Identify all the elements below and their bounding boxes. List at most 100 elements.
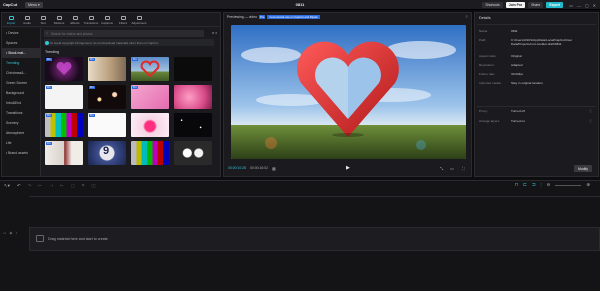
tab-audio[interactable]: Audio	[20, 16, 34, 26]
sidebar-item[interactable]: Trending	[2, 58, 40, 68]
copyright-notice: To avoid copyright infringement, do not …	[44, 39, 214, 46]
redo-icon[interactable]: ↷	[28, 183, 32, 189]
media-thumb-purple-hearts[interactable]: Pro	[45, 57, 83, 81]
main-track-dropzone[interactable]: Drag material here and start to create	[29, 227, 600, 251]
tab-label: Text	[40, 21, 46, 25]
sidebar-item[interactable]: Background	[2, 88, 40, 98]
tab-filters[interactable]: Filters	[116, 16, 130, 26]
detail-label: Proxy:	[479, 109, 488, 113]
detail-label: Path:	[479, 38, 487, 42]
sidebar-item[interactable]: Christmas&...	[2, 68, 40, 78]
split-right-icon[interactable]: ⊢	[60, 183, 64, 189]
media-thumb-white-flowers[interactable]	[174, 141, 212, 165]
layout-icon[interactable]: ▭	[569, 3, 573, 8]
pro-badge: Pro	[89, 86, 95, 89]
share-button[interactable]: Share	[528, 2, 544, 8]
tab-captions[interactable]: Captions	[100, 16, 114, 26]
select-tool-icon[interactable]: ↖▾	[4, 183, 10, 189]
media-thumb-countdown[interactable]: 9	[88, 141, 126, 165]
filter-button[interactable]: ⇅ ▾	[212, 31, 217, 35]
sidebar-item[interactable]: Scenery	[2, 118, 40, 128]
timeline-toolbar: ↖▾ ↶ ↷ ⊢ ⊣ ⊢ ▢ ⌗ ◫ ⊓ ⊏ ⊐ ⫶ ⊖ ⊕	[0, 181, 600, 190]
crop-tool-icon[interactable]: ⌗	[82, 183, 84, 188]
media-thumb-pink-flowers[interactable]	[174, 85, 212, 109]
lock-icon[interactable]: ▭	[3, 231, 6, 235]
sidebar-item[interactable]: • Brand assets	[2, 148, 40, 158]
detail-value: Adapted	[511, 63, 523, 67]
split-left-icon[interactable]: ⊣	[49, 183, 53, 189]
sidebar-item[interactable]: Intro&End	[2, 98, 40, 108]
zoom-in-icon[interactable]: ⊕	[586, 182, 590, 188]
search-input[interactable]: Search for videos and photos	[44, 30, 204, 37]
countdown-number: 9	[103, 145, 110, 157]
align-icon[interactable]: ⫶	[541, 183, 542, 188]
sidebar-item[interactable]: • Device	[2, 28, 40, 38]
zoom-out-icon[interactable]: ⊖	[547, 182, 551, 188]
minimize-icon[interactable]: —	[577, 3, 581, 8]
detail-value: 30.00fps	[511, 72, 523, 76]
shortcuts-button[interactable]: Shortcuts	[482, 2, 503, 8]
join-pro-button[interactable]: Join Pro	[505, 2, 526, 8]
media-thumb-couple-white[interactable]: Pro	[45, 141, 83, 165]
sidebar-item[interactable]: Life	[2, 138, 40, 148]
time-ruler[interactable]	[29, 191, 600, 197]
preview-heading: Previewing — video	[227, 15, 257, 19]
modify-button[interactable]: Modify	[574, 165, 592, 172]
preview-axis-icon[interactable]: ⊐	[532, 182, 536, 188]
sidebar-item[interactable]: Transitions	[2, 108, 40, 118]
undo-icon[interactable]: ↶	[17, 183, 21, 189]
zoom-slider[interactable]	[555, 184, 582, 186]
more-icon[interactable]: ≡	[466, 14, 468, 19]
magnet-icon[interactable]: ⊓	[515, 182, 518, 188]
sidebar-item[interactable]: • Stock mat...	[2, 48, 40, 58]
split-icon[interactable]: ⊢	[38, 183, 42, 189]
tab-adjustment[interactable]: Adjustment	[132, 16, 147, 26]
media-thumb-bokeh[interactable]: Pro	[88, 85, 126, 109]
mute-icon[interactable]: ♪	[16, 231, 18, 235]
tab-label: Audio	[23, 21, 31, 25]
total-time: 00:00:16:02	[250, 166, 268, 170]
media-thumb-pink-heart[interactable]	[131, 113, 169, 137]
detail-label: Aspect ratio:	[479, 54, 497, 58]
media-thumb-white[interactable]: Pro	[45, 85, 83, 109]
pro-badge: Pro	[132, 58, 138, 61]
media-thumb-couple[interactable]: Pro	[88, 57, 126, 81]
freeze-icon[interactable]: ◫	[91, 183, 95, 189]
delete-icon[interactable]: ▢	[71, 183, 75, 189]
export-button[interactable]: Export	[546, 2, 564, 8]
effects-icon	[72, 16, 78, 20]
media-thumb-color-bars-2[interactable]	[131, 141, 169, 165]
media-thumb-pink-hearts[interactable]: Pro	[131, 85, 169, 109]
tab-effects[interactable]: Effects	[68, 16, 82, 26]
menu-button[interactable]: Menu ▾	[25, 1, 43, 8]
play-icon[interactable]: ▶	[346, 165, 350, 171]
tab-stickers[interactable]: Stickers	[52, 16, 66, 26]
ratio-icon[interactable]: ▭	[450, 166, 454, 171]
sidebar-item[interactable]: Atmosphere	[2, 128, 40, 138]
link-icon[interactable]: ⊏	[523, 182, 527, 188]
sidebar-item[interactable]: Green Screen	[2, 78, 40, 88]
media-thumb-color-bars[interactable]: Pro	[45, 113, 83, 137]
media-thumb-red-heart-sky[interactable]: Pro	[131, 57, 169, 81]
crop-icon[interactable]: ⤡	[440, 166, 443, 171]
audio-icon	[24, 16, 30, 20]
media-thumb-white-text[interactable]: Pro	[88, 113, 126, 137]
media-thumb-particles[interactable]	[174, 113, 212, 137]
maximize-icon[interactable]: ▢	[585, 3, 589, 8]
tab-import[interactable]: Import	[4, 16, 18, 26]
grid-icon[interactable]: ▦	[272, 166, 276, 171]
media-thumb-dark[interactable]	[174, 57, 212, 81]
fullscreen-icon[interactable]: ⛶	[462, 166, 465, 171]
sidebar-item[interactable]: Spaces	[2, 38, 40, 48]
divider	[477, 24, 596, 25]
tab-label: Transitions	[83, 21, 99, 25]
close-icon[interactable]: ✕	[593, 3, 596, 8]
media-sidebar: • Device Spaces • Stock mat... Trending Chri…	[2, 28, 41, 176]
tab-transitions[interactable]: Transitions	[84, 16, 98, 26]
pro-badge: Pro	[258, 15, 266, 19]
tab-text[interactable]: Text	[36, 16, 50, 26]
video-preview[interactable]	[231, 25, 466, 159]
eye-icon[interactable]: ◉	[9, 231, 12, 235]
pro-badge: Pro	[46, 86, 52, 89]
detail-value: C:/Users/ASUS/AppData/Local/CapCut/User …	[511, 38, 573, 47]
